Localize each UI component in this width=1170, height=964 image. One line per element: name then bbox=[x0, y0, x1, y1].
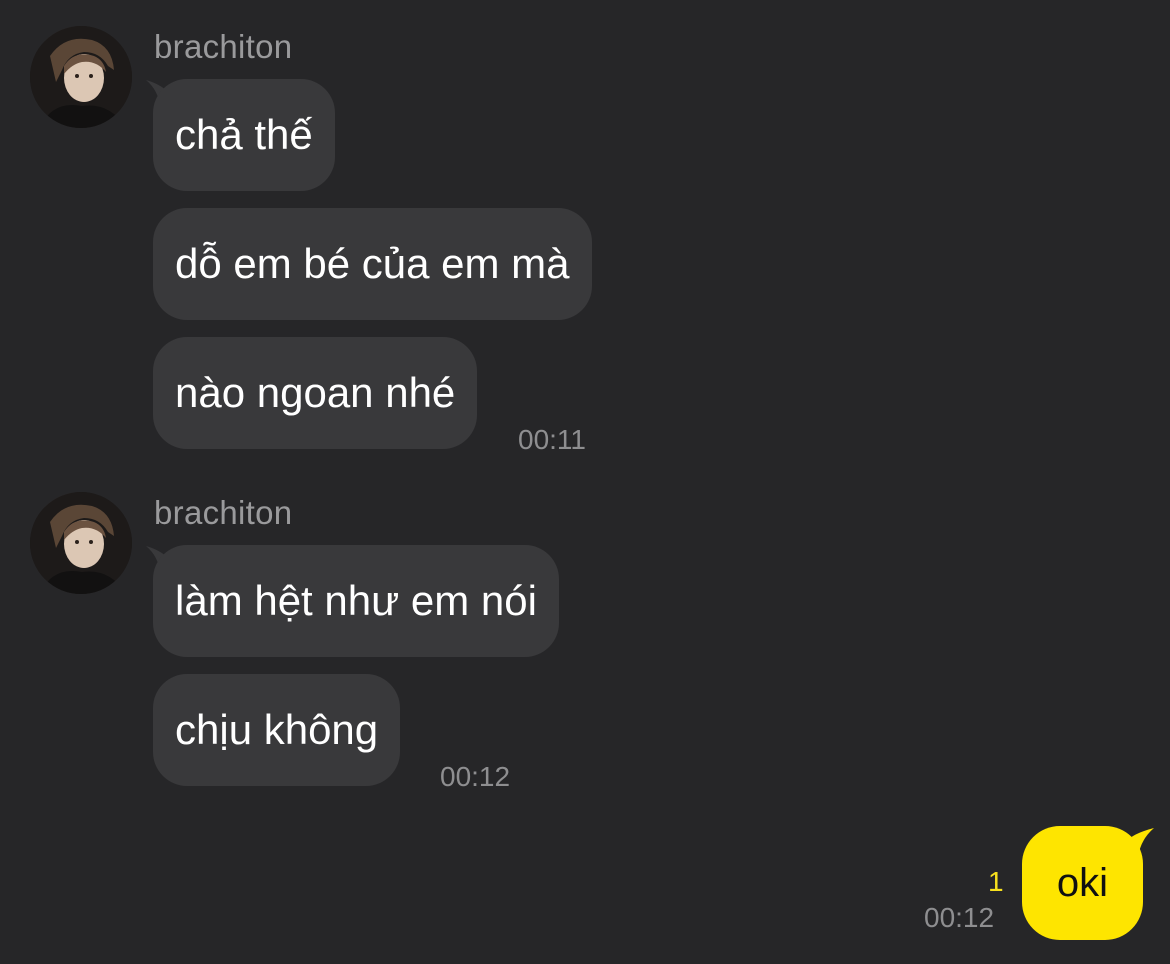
message-timestamp: 00:12 bbox=[924, 902, 995, 933]
profile-photo-icon bbox=[30, 26, 132, 128]
chat-area[interactable]: brachiton chả thế dỗ em bé của em mà nào… bbox=[0, 0, 1170, 964]
incoming-message[interactable]: chả thế bbox=[153, 79, 335, 191]
outgoing-message[interactable]: oki bbox=[1022, 826, 1143, 940]
sender-name: brachiton bbox=[154, 494, 293, 531]
sender-avatar[interactable] bbox=[30, 492, 132, 594]
sender-name: brachiton bbox=[154, 28, 293, 65]
sender-avatar[interactable] bbox=[30, 26, 132, 128]
message-timestamp: 00:12 bbox=[440, 761, 511, 792]
message-timestamp: 00:11 bbox=[518, 424, 586, 455]
incoming-message[interactable]: làm hệt như em nói bbox=[153, 545, 559, 657]
unread-count: 1 bbox=[988, 866, 1004, 897]
incoming-message[interactable]: dỗ em bé của em mà bbox=[153, 208, 592, 320]
profile-photo-icon bbox=[30, 492, 132, 594]
incoming-message[interactable]: chịu không bbox=[153, 674, 401, 786]
incoming-message[interactable]: nào ngoan nhé bbox=[153, 337, 478, 449]
